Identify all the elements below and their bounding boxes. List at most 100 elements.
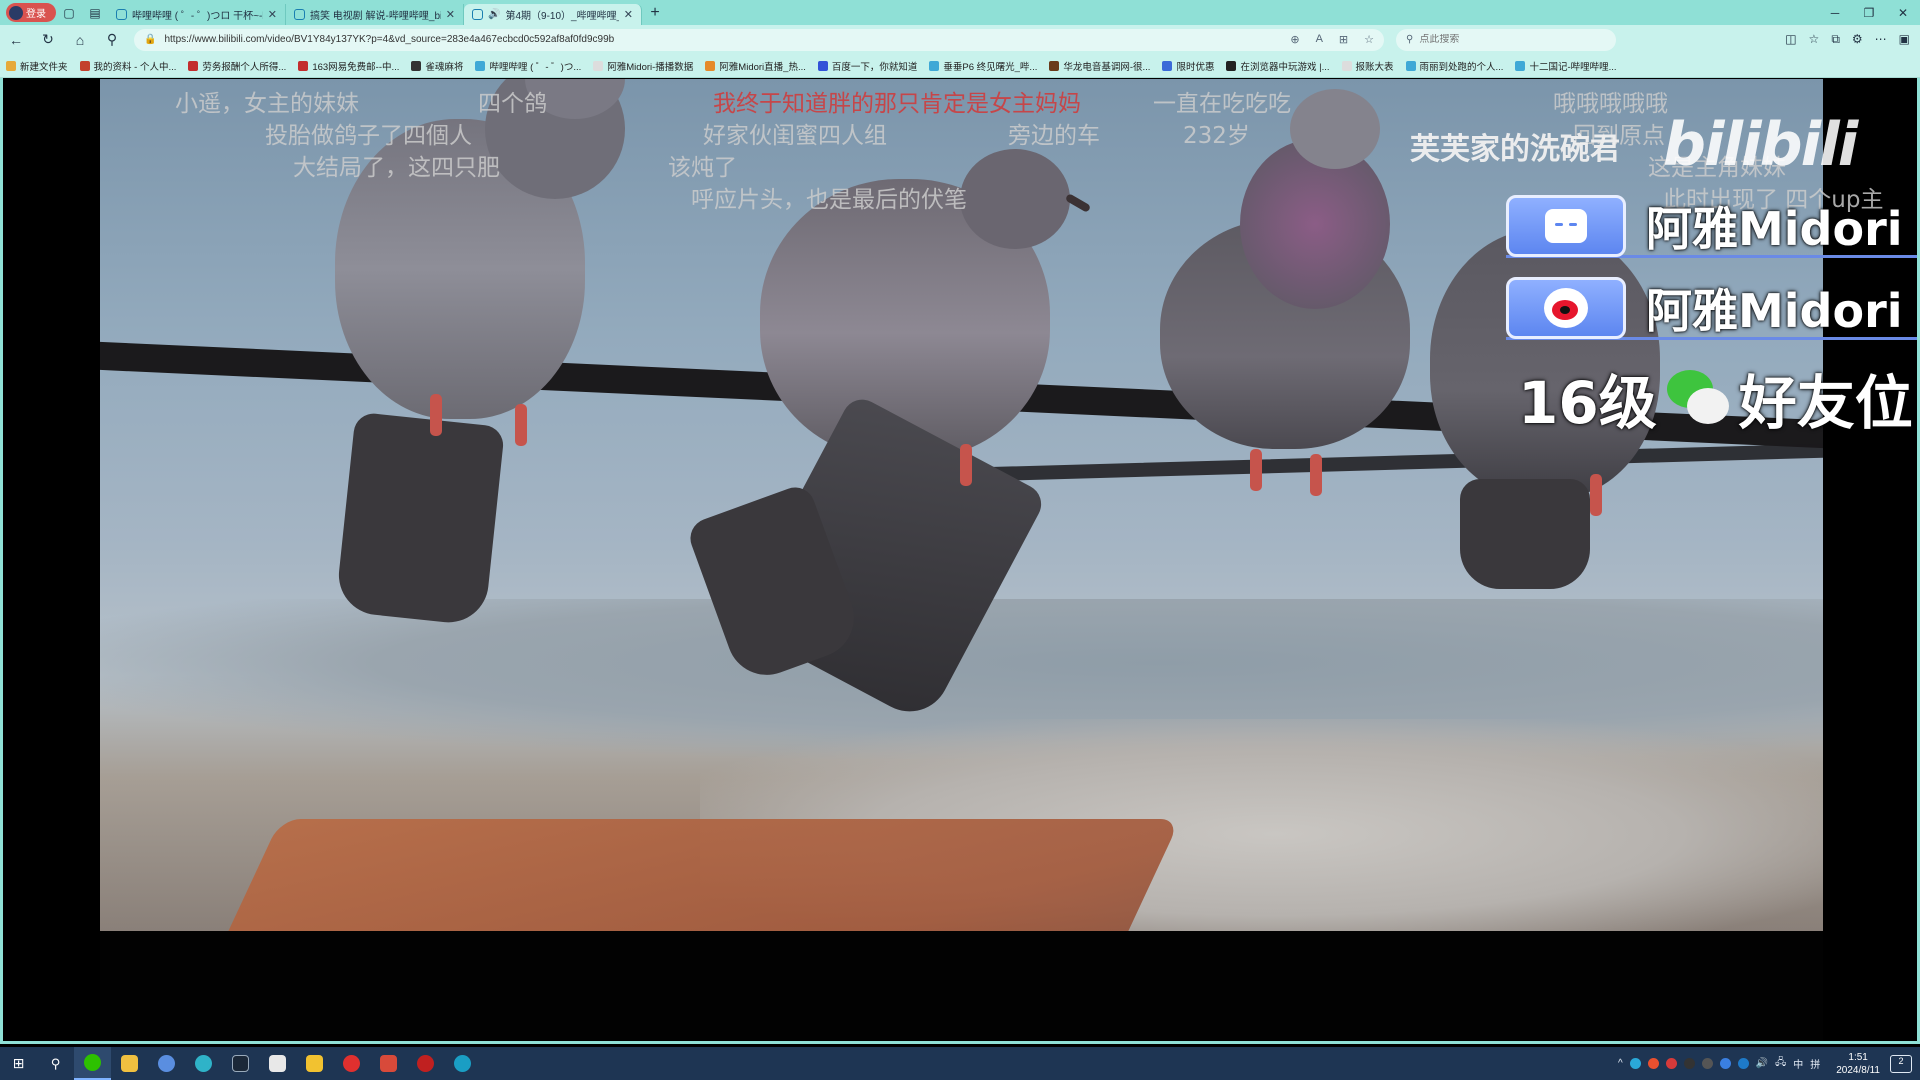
split-screen-icon[interactable]: ◫ [1785, 32, 1796, 47]
bookmark-item[interactable]: 劳务报酬个人所得... [188, 59, 286, 73]
speaker-icon[interactable]: 🔊 [488, 9, 500, 20]
start-button[interactable]: ⊞ [0, 1047, 37, 1080]
tab-strip: 登录 ▢ ▤ 哔哩哔哩 ( ゜- ゜)つロ 干杯~-bili ✕ 搞笑 电视剧 … [0, 0, 1920, 25]
tray-app-icon[interactable] [1719, 1058, 1731, 1069]
clock[interactable]: 1:51 2024/8/11 [1836, 1051, 1880, 1077]
bilibili-favicon-icon [294, 9, 305, 20]
danmaku-comment: 芙芙家的洗碗君 [1410, 132, 1620, 167]
volume-icon[interactable]: 🔊 [1756, 1058, 1768, 1069]
bilibili-favicon-icon [116, 9, 127, 20]
address-bar[interactable]: 🔒 https://www.bilibili.com/video/BV1Y84y… [134, 28, 1384, 51]
workspaces-icon[interactable]: ▢ [56, 3, 82, 23]
close-icon[interactable]: ✕ [624, 8, 633, 21]
bookmark-item[interactable]: 报账大表 [1341, 59, 1394, 73]
pigeon-tail [1460, 479, 1590, 589]
more-menu-icon[interactable]: ⋯ [1875, 32, 1887, 47]
bookmark-item[interactable]: 十二国记-哔哩哔哩... [1515, 59, 1617, 73]
zoom-icon[interactable]: ⊕ [1290, 33, 1299, 46]
network-icon[interactable]: 🖧 [1775, 1055, 1786, 1072]
baidu-icon [817, 60, 828, 71]
tray-app-icon[interactable] [1665, 1058, 1677, 1069]
taskbar-app-9[interactable] [370, 1047, 407, 1080]
bookmark-item[interactable]: 哔哩哔哩 ( ゜- ゜)つ... [475, 59, 581, 73]
chevron-up-icon[interactable]: ^ [1618, 1058, 1623, 1069]
search-button[interactable]: ⚲ [37, 1047, 74, 1080]
favorites-icon[interactable]: ☆ [1809, 32, 1820, 47]
bookmark-item[interactable]: 华龙电音基调网-很... [1049, 59, 1150, 73]
restore-icon[interactable]: ❐ [1852, 6, 1886, 20]
bookmark-icon [188, 60, 199, 71]
home-icon[interactable]: ⌂ [64, 32, 96, 48]
profile-label: 登录 [26, 9, 46, 20]
search-box[interactable]: ⚲ [1396, 28, 1616, 51]
back-icon[interactable]: ← [0, 32, 32, 48]
taskbar-app-7[interactable] [296, 1047, 333, 1080]
taskbar-app-steam[interactable] [222, 1047, 259, 1080]
pigeon-foot [1310, 454, 1322, 496]
close-icon[interactable]: ✕ [446, 8, 455, 21]
collections-icon[interactable]: ⧉ [1831, 32, 1840, 47]
taskbar-app-browser[interactable] [148, 1047, 185, 1080]
taskbar-app-music[interactable] [333, 1047, 370, 1080]
bookmark-item[interactable]: 阿雅Midori-播播数据 [593, 59, 693, 73]
wechat-text: 好友位 [1738, 369, 1913, 437]
letterbox-bar [100, 931, 1823, 1041]
tab-video-active[interactable]: 🔊 第4期（9-10）_哔哩哔哩_bi ✕ [464, 4, 642, 25]
bilibili-favicon-icon [475, 60, 486, 71]
tab-actions-icon[interactable]: ▤ [82, 3, 108, 23]
tray-app-icon[interactable] [1647, 1058, 1659, 1069]
ime-language[interactable]: 中 [1793, 1056, 1803, 1071]
taskbar-app-files[interactable] [111, 1047, 148, 1080]
app-install-icon[interactable]: ⊞ [1339, 33, 1348, 46]
tv-glyph [1545, 208, 1587, 243]
read-aloud-icon[interactable]: A [1316, 33, 1323, 46]
profile-button[interactable]: 登录 [6, 3, 56, 22]
bookmark-item[interactable]: 百度一下，你就知道 [817, 59, 917, 73]
globe-icon [158, 1055, 175, 1072]
clock-time: 1:51 [1848, 1051, 1868, 1063]
weibo-account-badge: 阿雅Midori [1506, 276, 1917, 340]
close-icon[interactable]: ✕ [268, 8, 277, 21]
bookmark-item[interactable]: 限时优惠 [1162, 59, 1214, 73]
taskbar-app-10[interactable] [407, 1047, 444, 1080]
tray-app-icon[interactable] [1683, 1058, 1695, 1069]
url-text[interactable]: https://www.bilibili.com/video/BV1Y84y13… [164, 34, 1282, 45]
sidebar-toggle-icon[interactable]: ▣ [1899, 32, 1910, 47]
video-player[interactable]: 小遥，女主的妹妹 四个鸽 我终于知道 胖的那只肯定是女主妈妈 一直在吃吃吃 哦哦… [0, 78, 1920, 1044]
bookmark-item[interactable]: 阿雅Midori直播_热... [705, 59, 806, 73]
tab-search-results[interactable]: 搞笑 电视剧 解说-哔哩哔哩_bilibili ✕ [286, 4, 464, 25]
refresh-icon[interactable]: ↻ [32, 31, 64, 48]
bilibili-favicon-icon [929, 60, 940, 71]
bookmark-item[interactable]: 163网易免费邮--中... [298, 59, 399, 73]
bookmark-icon [411, 60, 422, 71]
minimize-icon[interactable]: ─ [1818, 6, 1852, 20]
tray-app-icon[interactable] [1629, 1058, 1641, 1069]
bookmark-item[interactable]: 垂垂P6 终见曙光_哔... [929, 59, 1037, 73]
tray-app-icon[interactable] [1701, 1058, 1713, 1069]
lock-icon[interactable]: 🔒 [144, 34, 156, 45]
search-icon[interactable]: ⚲ [96, 31, 128, 48]
folder-icon [121, 1055, 138, 1072]
favorite-star-icon[interactable]: ☆ [1364, 33, 1374, 46]
tray-app-icon[interactable] [1737, 1058, 1749, 1069]
taskbar-app-edge[interactable] [185, 1047, 222, 1080]
bookmark-item[interactable]: 雀魂麻将 [411, 59, 463, 73]
pigeon-foot [430, 394, 442, 436]
taskbar-app-wechat[interactable] [74, 1047, 111, 1080]
system-tray: ^ 🔊 🖧 中 拼 [1618, 1055, 1820, 1072]
taskbar-app-6[interactable] [259, 1047, 296, 1080]
extensions-icon[interactable]: ⚙ [1852, 32, 1863, 47]
search-input[interactable] [1419, 34, 1600, 45]
bookmark-item[interactable]: 我的资料 - 个人中... [79, 59, 176, 73]
ime-mode[interactable]: 拼 [1810, 1056, 1820, 1071]
notification-center-button[interactable]: 2 [1890, 1054, 1912, 1073]
close-window-icon[interactable]: ✕ [1886, 6, 1920, 20]
bookmark-item[interactable]: 雨丽到处跑的个人... [1405, 59, 1503, 73]
tab-bilibili-home[interactable]: 哔哩哔哩 ( ゜- ゜)つロ 干杯~-bili ✕ [108, 4, 286, 25]
taskbar-app-11[interactable] [444, 1047, 481, 1080]
bookmark-item[interactable]: 新建文件夹 [6, 59, 68, 73]
weibo-icon [1506, 276, 1626, 339]
bookmark-icon [79, 60, 90, 71]
new-tab-button[interactable]: + [642, 4, 668, 22]
bookmark-item[interactable]: 在浏览器中玩游戏 |... [1226, 59, 1330, 73]
